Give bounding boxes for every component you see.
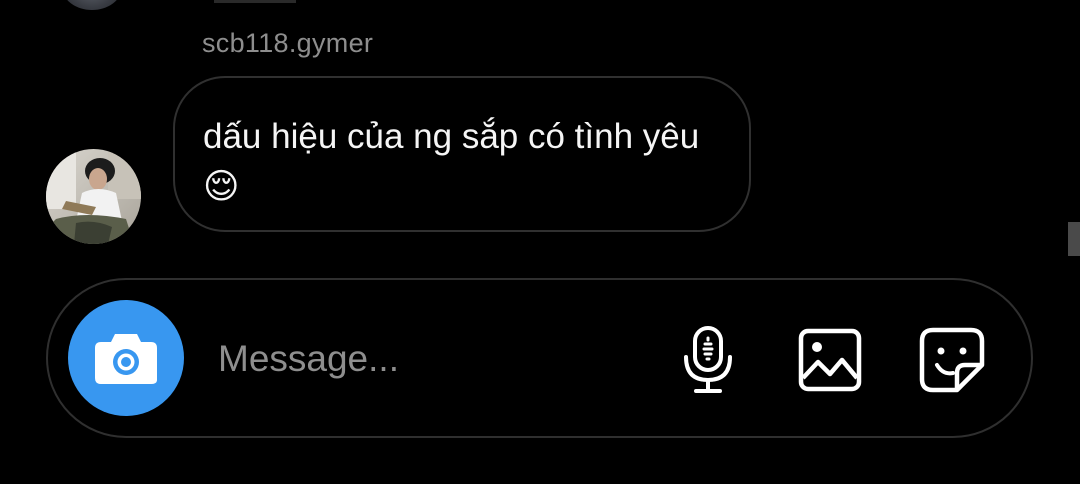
message-bubble[interactable]: dấu hiệu của ng sắp có tình yêu😌	[173, 76, 751, 232]
microphone-icon	[684, 326, 732, 393]
camera-button[interactable]	[68, 300, 184, 416]
scrollbar-thumb[interactable]	[1068, 222, 1080, 256]
previous-message-fragment	[214, 0, 296, 3]
sticker-button[interactable]	[912, 320, 992, 400]
voice-message-button[interactable]	[668, 320, 748, 400]
sticker-icon	[919, 327, 985, 393]
previous-avatar[interactable]	[62, 0, 122, 10]
image-gallery-icon	[798, 328, 862, 392]
sender-avatar[interactable]	[46, 149, 141, 244]
camera-icon	[95, 334, 157, 384]
message-text: dấu hiệu của ng sắp có tình yêu😌	[203, 117, 700, 206]
chat-screen: scb118.gymer dấu hiệu của ng sắp có tình…	[0, 0, 1080, 484]
gallery-button[interactable]	[790, 320, 870, 400]
avatar-photo	[46, 149, 141, 244]
sender-name[interactable]: scb118.gymer	[202, 28, 373, 59]
message-composer	[46, 278, 1033, 438]
message-input[interactable]	[218, 332, 638, 386]
